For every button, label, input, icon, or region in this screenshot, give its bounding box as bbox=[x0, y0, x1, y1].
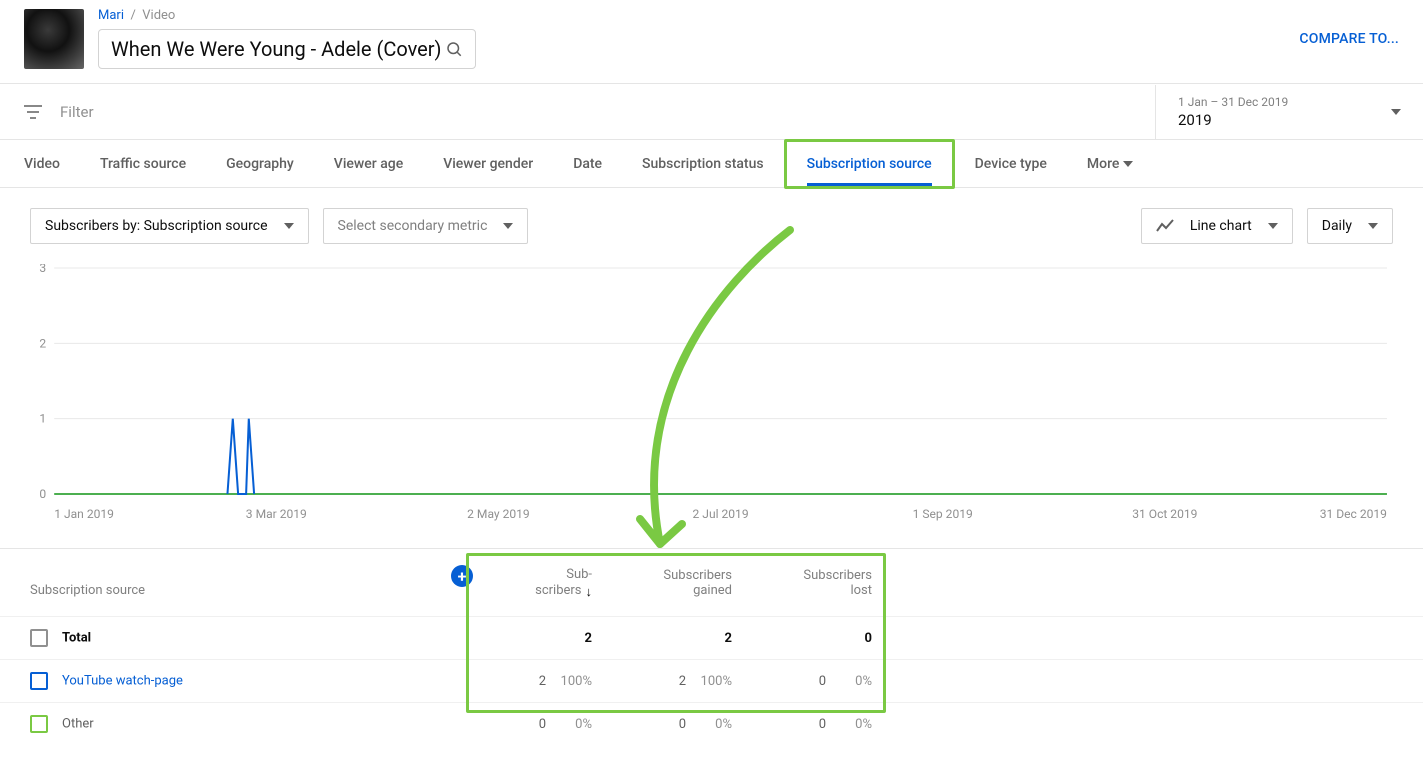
svg-text:0: 0 bbox=[39, 487, 46, 501]
search-icon[interactable] bbox=[445, 40, 463, 58]
chevron-down-icon bbox=[1368, 223, 1378, 229]
svg-text:3: 3 bbox=[39, 264, 46, 275]
table-row[interactable]: Other 00% 00% 00% bbox=[0, 703, 1423, 746]
granularity-dropdown[interactable]: Daily bbox=[1307, 208, 1393, 244]
col-header-subscribers[interactable]: Sub- scribers↓ bbox=[460, 549, 600, 617]
chart-type-dropdown[interactable]: Line chart bbox=[1141, 208, 1293, 244]
svg-text:31 Dec 2019: 31 Dec 2019 bbox=[1320, 507, 1387, 521]
chart-controls: Subscribers by: Subscription source Sele… bbox=[0, 188, 1423, 264]
tab-subscription-source[interactable]: Subscription source bbox=[807, 156, 932, 172]
date-range-picker[interactable]: 1 Jan – 31 Dec 2019 2019 bbox=[1155, 85, 1423, 139]
tab-more[interactable]: More bbox=[1087, 156, 1134, 172]
svg-text:2 May 2019: 2 May 2019 bbox=[467, 507, 530, 521]
tab-viewer-age[interactable]: Viewer age bbox=[334, 156, 403, 172]
tab-traffic-source[interactable]: Traffic source bbox=[100, 156, 186, 172]
table-row-total: Total 2 2 0 bbox=[0, 617, 1423, 660]
line-chart-icon bbox=[1156, 219, 1174, 233]
svg-text:31 Oct 2019: 31 Oct 2019 bbox=[1132, 507, 1197, 521]
breadcrumb: Mari / Video bbox=[98, 8, 1299, 23]
chevron-down-icon bbox=[1391, 109, 1401, 115]
checkbox[interactable] bbox=[30, 672, 48, 690]
chevron-down-icon bbox=[1268, 223, 1278, 229]
tab-viewer-gender[interactable]: Viewer gender bbox=[443, 156, 533, 172]
breadcrumb-section: Video bbox=[142, 8, 175, 23]
date-range-text: 1 Jan – 31 Dec 2019 bbox=[1178, 95, 1391, 109]
col-header-source[interactable]: Subscription source bbox=[0, 549, 460, 617]
checkbox[interactable] bbox=[30, 715, 48, 733]
date-preset-text: 2019 bbox=[1178, 111, 1391, 129]
chevron-down-icon bbox=[503, 223, 513, 229]
tab-date[interactable]: Date bbox=[573, 156, 602, 172]
chevron-down-icon bbox=[284, 223, 294, 229]
video-title: When We Were Young - Adele (Cover) bbox=[111, 37, 445, 61]
col-header-subscribers-lost[interactable]: Subscribers lost bbox=[740, 549, 880, 617]
filter-icon[interactable] bbox=[24, 105, 42, 119]
svg-text:1 Jan 2019: 1 Jan 2019 bbox=[54, 507, 114, 521]
line-chart[interactable]: 0 1 2 3 1 Jan 2019 3 Mar 2019 2 May 2019 2 Jul … bbox=[24, 264, 1393, 526]
row-label[interactable]: YouTube watch-page bbox=[62, 673, 183, 688]
svg-text:1: 1 bbox=[39, 412, 46, 426]
checkbox[interactable] bbox=[30, 629, 48, 647]
filter-row: Filter 1 Jan – 31 Dec 2019 2019 bbox=[0, 84, 1423, 140]
svg-text:2 Jul 2019: 2 Jul 2019 bbox=[693, 507, 749, 521]
chart-area: 0 1 2 3 1 Jan 2019 3 Mar 2019 2 May 2019 2 Jul … bbox=[0, 264, 1423, 548]
compare-button[interactable]: COMPARE TO... bbox=[1299, 31, 1399, 47]
secondary-metric-dropdown[interactable]: Select secondary metric bbox=[323, 208, 529, 244]
header: Mari / Video When We Were Young - Adele … bbox=[0, 0, 1423, 84]
tab-device-type[interactable]: Device type bbox=[975, 156, 1047, 172]
tab-video[interactable]: Video bbox=[24, 156, 60, 172]
primary-metric-dropdown[interactable]: Subscribers by: Subscription source bbox=[30, 208, 309, 244]
svg-text:3 Mar 2019: 3 Mar 2019 bbox=[246, 507, 307, 521]
svg-text:2: 2 bbox=[39, 336, 46, 350]
row-label: Other bbox=[62, 716, 94, 731]
breadcrumb-channel[interactable]: Mari bbox=[98, 8, 124, 23]
filter-input[interactable]: Filter bbox=[60, 103, 94, 121]
col-header-subscribers-gained[interactable]: Subscribers gained bbox=[600, 549, 740, 617]
svg-text:1 Sep 2019: 1 Sep 2019 bbox=[913, 507, 973, 521]
sort-desc-icon: ↓ bbox=[586, 584, 593, 600]
annotation-tab-highlight: Subscription source bbox=[784, 139, 955, 189]
data-table: + Subscription source Sub- scribers↓ Sub… bbox=[0, 548, 1423, 745]
dimension-tabs: Video Traffic source Geography Viewer ag… bbox=[0, 140, 1423, 188]
add-column-button[interactable]: + bbox=[451, 565, 473, 587]
chevron-down-icon bbox=[1123, 161, 1133, 167]
video-title-selector[interactable]: When We Were Young - Adele (Cover) bbox=[98, 29, 476, 69]
table-row[interactable]: YouTube watch-page 2100% 2100% 00% bbox=[0, 660, 1423, 703]
tab-geography[interactable]: Geography bbox=[226, 156, 294, 172]
tab-subscription-status[interactable]: Subscription status bbox=[642, 156, 764, 172]
channel-avatar[interactable] bbox=[24, 9, 84, 69]
